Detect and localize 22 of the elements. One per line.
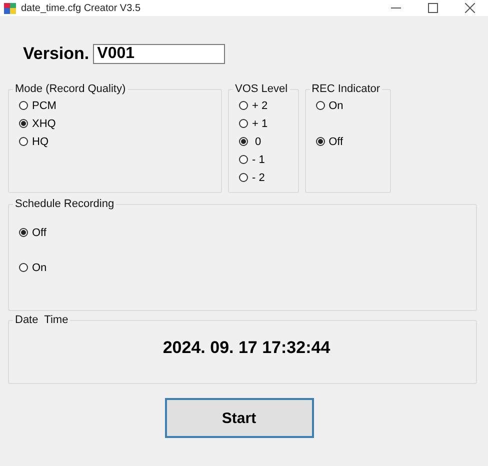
group-title: Date Time: [14, 314, 70, 326]
radio-option[interactable]: On: [316, 99, 382, 112]
window-title: date_time.cfg Creator V3.5: [21, 2, 142, 14]
group-title: VOS Level: [234, 83, 289, 95]
version-field[interactable]: V001: [93, 44, 226, 64]
date-time-value: 2024. 09. 17 17:32:44: [162, 338, 332, 358]
radio-option[interactable]: - 2: [239, 171, 290, 184]
radio-option[interactable]: Off: [316, 135, 382, 148]
radio-option[interactable]: On: [19, 261, 468, 274]
version-label: Version.: [23, 44, 90, 64]
radio-option[interactable]: XHQ: [19, 117, 213, 130]
radio-option[interactable]: - 1: [239, 153, 290, 166]
group-title: REC Indicator: [310, 83, 382, 95]
radio-option[interactable]: + 1: [239, 117, 290, 130]
group-title: Schedule Recording: [14, 198, 116, 210]
radio-option[interactable]: Off: [19, 226, 468, 239]
radio-option[interactable]: PCM: [19, 99, 213, 112]
group-title: Mode (Record Quality): [14, 83, 127, 95]
start-button[interactable]: Start: [164, 398, 314, 438]
radio-option[interactable]: + 2: [239, 99, 290, 112]
radio-option[interactable]: 0: [239, 135, 290, 148]
radio-option[interactable]: HQ: [19, 135, 213, 148]
